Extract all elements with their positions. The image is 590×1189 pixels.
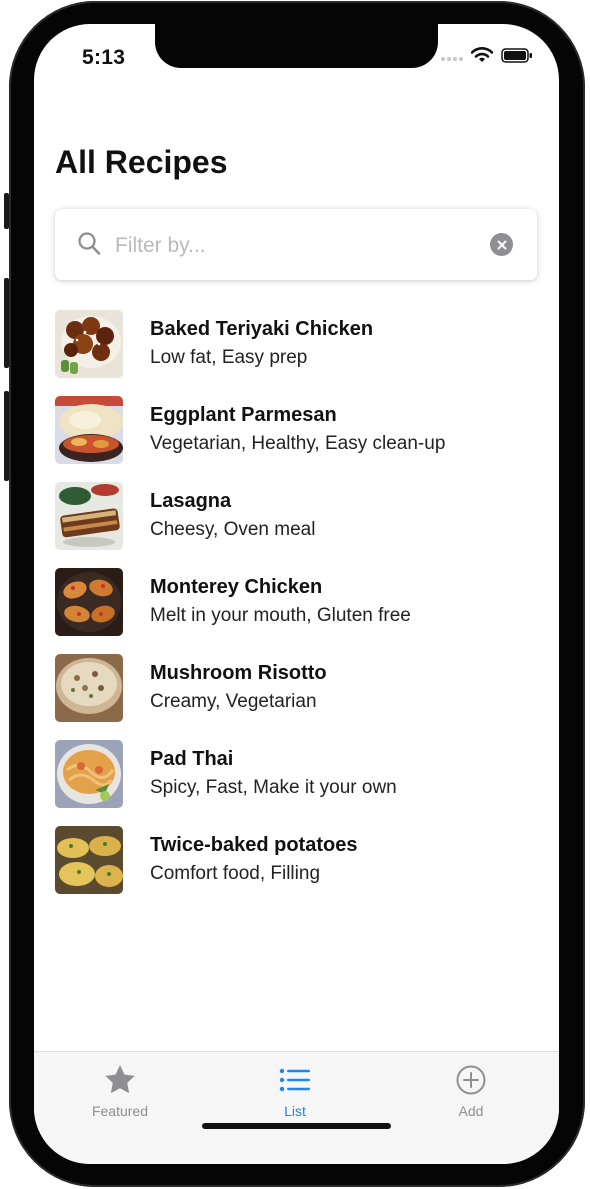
search-input[interactable] [113, 227, 487, 265]
search-icon [77, 231, 101, 262]
side-button-volume-up [4, 278, 9, 368]
recipe-tags: Spicy, Fast, Make it your own [150, 777, 397, 798]
recipe-tags: Low fat, Easy prep [150, 347, 308, 368]
star-icon [103, 1065, 137, 1100]
recipe-tags: Creamy, Vegetarian [150, 691, 317, 712]
recipe-tags: Comfort food, Filling [150, 863, 321, 884]
recipe-row-mushroom-risotto[interactable]: Mushroom Risotto Creamy, Vegetarian [55, 652, 545, 738]
tab-label: Featured [91, 1103, 149, 1119]
tab-featured[interactable]: Featured [60, 1064, 180, 1119]
recipe-thumbnail [55, 310, 123, 378]
tab-bar: Featured List Add [34, 1051, 559, 1164]
recipe-thumbnail [55, 740, 123, 808]
tab-list[interactable]: List [235, 1064, 355, 1119]
screen: 5:13 All Recipes Filter by... Baked Teri… [34, 24, 559, 1164]
status-icons [441, 47, 533, 68]
page-title: All Recipes [55, 144, 228, 180]
recipe-tags: Melt in your mouth, Gluten free [150, 605, 411, 626]
recipe-thumbnail [55, 826, 123, 894]
wifi-icon [470, 47, 494, 68]
tab-label: Add [458, 1103, 484, 1119]
side-button-volume-down [4, 391, 9, 481]
status-time: 5:13 [82, 46, 126, 69]
side-button-silent [4, 193, 9, 229]
tab-label: List [284, 1103, 306, 1119]
recipe-name: Eggplant Parmesan [150, 404, 337, 426]
recipe-name: Lasagna [150, 490, 232, 512]
tab-add[interactable]: Add [411, 1064, 531, 1119]
recipe-row-eggplant-parmesan[interactable]: Eggplant Parmesan Vegetarian, Healthy, E… [55, 394, 545, 480]
recipe-name: Twice-baked potatoes [150, 834, 358, 856]
recipe-thumbnail [55, 654, 123, 722]
list-icon [279, 1068, 311, 1100]
clear-search-icon[interactable] [490, 233, 513, 256]
recipe-row-twice-baked-potatoes[interactable]: Twice-baked potatoes Comfort food, Filli… [55, 824, 545, 910]
recipe-tags: Cheesy, Oven meal [150, 519, 316, 540]
recipe-name: Pad Thai [150, 748, 234, 770]
recipe-row-monterey-chicken[interactable]: Monterey Chicken Melt in your mouth, Glu… [55, 566, 545, 652]
recipe-thumbnail [55, 396, 123, 464]
recipe-tags: Vegetarian, Healthy, Easy clean-up [150, 433, 446, 454]
recipe-row-pad-thai[interactable]: Pad Thai Spicy, Fast, Make it your own [55, 738, 545, 824]
home-indicator[interactable] [202, 1123, 391, 1129]
recipe-name: Monterey Chicken [150, 576, 323, 598]
cellular-dots-icon [441, 49, 463, 67]
recipe-name: Mushroom Risotto [150, 662, 327, 684]
plus-circle-icon [455, 1065, 487, 1100]
battery-icon [501, 47, 533, 68]
recipe-thumbnail [55, 482, 123, 550]
notch [155, 24, 438, 68]
recipe-row-lasagna[interactable]: Lasagna Cheesy, Oven meal [55, 480, 545, 566]
recipe-list: Baked Teriyaki Chicken Low fat, Easy pre… [55, 308, 545, 910]
recipe-thumbnail [55, 568, 123, 636]
recipe-name: Baked Teriyaki Chicken [150, 318, 374, 340]
search-bar[interactable] [55, 209, 537, 280]
recipe-row-baked-teriyaki-chicken[interactable]: Baked Teriyaki Chicken Low fat, Easy pre… [55, 308, 545, 394]
